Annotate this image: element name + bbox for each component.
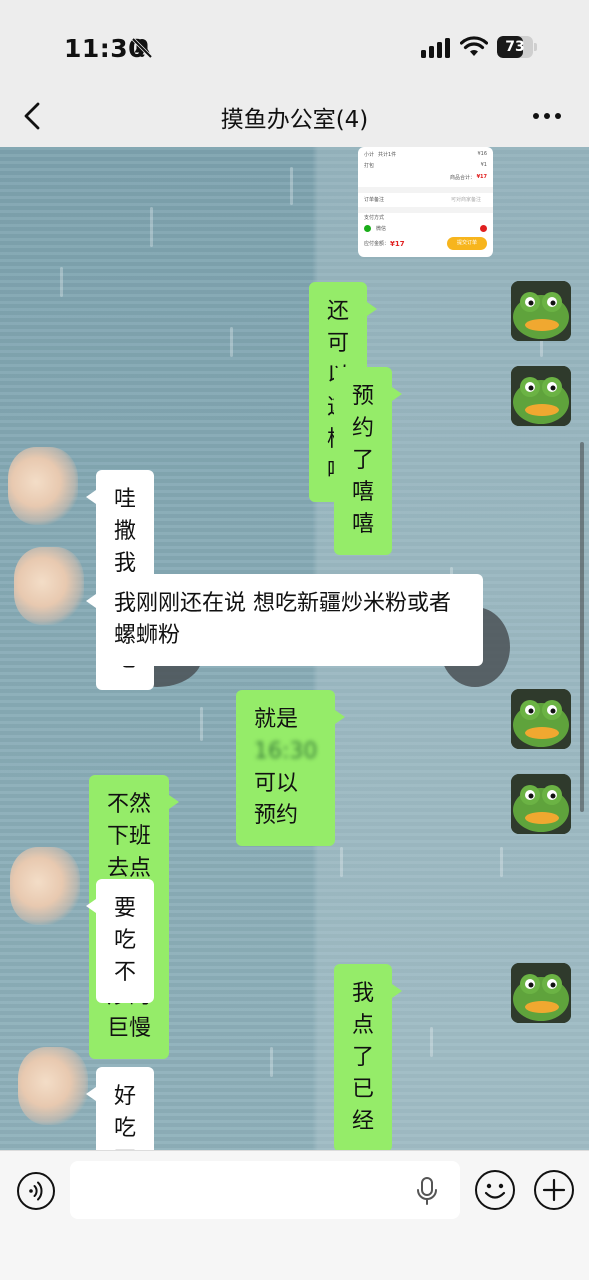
- chat-title: 摸鱼办公室(4): [220, 107, 369, 133]
- cellular-signal-icon: [421, 38, 450, 58]
- avatar[interactable]: [511, 366, 571, 426]
- scroll-indicator[interactable]: [580, 442, 584, 812]
- status-bar: 11:30 73: [0, 0, 589, 90]
- frog-avatar-icon: [511, 281, 571, 341]
- battery-level: 73: [505, 39, 525, 55]
- bell-off-icon: [131, 37, 153, 59]
- packing-value: ¥1: [480, 162, 487, 168]
- redacted-time: 16:30: [254, 739, 318, 764]
- subtotal-label: 小计: [364, 152, 375, 158]
- message-bubble[interactable]: 预约了嘻嘻: [334, 367, 403, 555]
- submit-order-button: 提交订单: [447, 237, 487, 250]
- message-bubble[interactable]: 要吃不: [85, 879, 155, 1003]
- order-screenshot-image[interactable]: 小计 共计1件 ¥16 打包 ¥1 商品合计： ¥17 订单备注 可对商家备注 …: [358, 147, 493, 257]
- selected-check-icon: [480, 225, 487, 232]
- due-value: ¥17: [390, 240, 405, 248]
- mic-icon[interactable]: [415, 1176, 439, 1206]
- packing-label: 打包: [364, 163, 375, 169]
- message-bubble[interactable]: 好吃不 学校的: [85, 1067, 155, 1150]
- frog-avatar-icon: [511, 366, 571, 426]
- frog-avatar-icon: [511, 963, 571, 1023]
- remark-placeholder: 可对商家备注: [450, 197, 481, 203]
- frog-avatar-icon: [511, 689, 571, 749]
- message-text-before: 就是: [254, 707, 299, 732]
- total-value: ¥17: [476, 174, 487, 180]
- wechat-pay-icon: [364, 225, 371, 232]
- total-label: 商品合计：: [449, 175, 475, 181]
- battery-icon: 73: [497, 36, 537, 58]
- avatar[interactable]: [511, 689, 571, 749]
- due-label: 应付金额：: [364, 241, 390, 247]
- wifi-icon: [460, 36, 488, 56]
- chat-area[interactable]: 小计 共计1件 ¥16 打包 ¥1 商品合计： ¥17 订单备注 可对商家备注 …: [0, 147, 589, 1150]
- payment-option: 微信: [376, 226, 387, 232]
- message-text-after: 可以预约: [254, 771, 299, 828]
- message-bubble[interactable]: 就是 16:30 可以预约: [236, 690, 346, 846]
- subtotal-detail: 共计1件: [378, 152, 397, 158]
- message-input[interactable]: [70, 1161, 460, 1219]
- payment-method-label: 支付方式: [364, 215, 385, 221]
- nav-bar: 摸鱼办公室(4): [0, 90, 589, 147]
- input-bar: [0, 1150, 589, 1280]
- emoji-icon[interactable]: [474, 1169, 516, 1211]
- plus-icon[interactable]: [533, 1169, 575, 1211]
- message-bubble[interactable]: 我刚刚还在说 想吃新疆炒米粉或者螺蛳粉: [86, 574, 483, 666]
- more-dots-icon[interactable]: [532, 104, 562, 128]
- frog-avatar-icon: [511, 774, 571, 834]
- message-bubble[interactable]: 我点了已经: [334, 964, 403, 1150]
- remark-label: 订单备注: [364, 197, 385, 203]
- avatar[interactable]: [511, 774, 571, 834]
- avatar[interactable]: [511, 963, 571, 1023]
- subtotal-value: ¥16: [477, 151, 487, 157]
- avatar[interactable]: [511, 281, 571, 341]
- voice-icon[interactable]: [16, 1171, 56, 1211]
